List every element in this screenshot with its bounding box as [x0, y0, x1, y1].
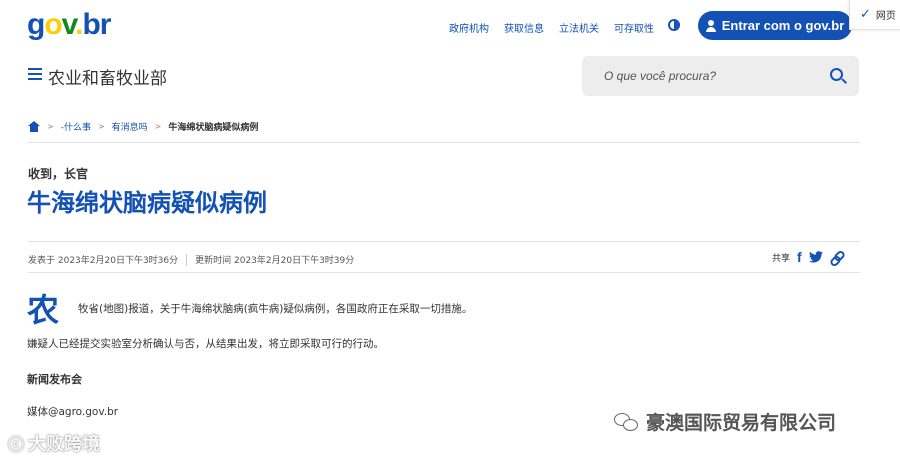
breadcrumb-separator: >	[154, 122, 162, 131]
drop-cap: 农	[27, 291, 60, 329]
article-paragraph: 牧省(地图)报道，关于牛海绵状脑病(疯牛病)疑似病例，各国政府正在采取一切措施。	[78, 303, 473, 315]
published-date: 发表于 2023年2月20日下午3时36分	[28, 256, 179, 266]
meta-separator	[186, 253, 188, 266]
top-nav: 政府机构 获取信息 立法机关 可存取性	[449, 20, 654, 35]
copy-link-icon[interactable]	[830, 251, 843, 264]
logo-o: o	[44, 8, 62, 41]
contrast-toggle-icon[interactable]	[668, 19, 680, 31]
watermark-logo-icon: ⓒ	[8, 435, 25, 454]
breadcrumb: > -什么事 > 有消息吗 > 牛海绵状脑病疑似病例	[28, 120, 258, 133]
user-icon	[705, 19, 716, 32]
logo-g: g	[27, 8, 45, 41]
breadcrumb-separator: >	[47, 122, 54, 131]
search-box[interactable]: O que você procura?	[582, 56, 859, 96]
translate-popup[interactable]: ✓ 网页	[849, 0, 900, 30]
article-meta: 发表于 2023年2月20日下午3时36分 更新时间 2023年2月20日下午3…	[28, 253, 354, 266]
twitter-icon[interactable]	[808, 251, 823, 263]
search-input[interactable]: O que você procura?	[604, 69, 716, 83]
breadcrumb-current: 牛海绵状脑病疑似病例	[168, 123, 259, 133]
watermark-left-text: 大败跨境	[28, 434, 101, 455]
divider	[28, 272, 860, 273]
share-bar: 共享 f	[772, 250, 843, 264]
home-icon[interactable]	[28, 121, 40, 132]
wechat-icon	[614, 412, 638, 432]
govbr-logo[interactable]: gov.br	[27, 8, 111, 42]
divider	[28, 241, 860, 242]
watermark-left: ⓒ 大败跨境	[8, 430, 100, 456]
breadcrumb-separator: >	[97, 122, 105, 131]
facebook-icon[interactable]: f	[797, 250, 802, 264]
nav-link-access-information[interactable]: 获取信息	[504, 20, 544, 35]
article-kicker: 收到，长官	[28, 167, 89, 181]
search-icon[interactable]	[830, 68, 843, 81]
watermark-right: 豪澳国际贸易有限公司	[614, 408, 836, 435]
press-email[interactable]: 媒体@agro.gov.br	[27, 404, 118, 419]
logo-br: br	[82, 8, 111, 41]
logo-v: v	[61, 8, 77, 41]
nav-link-legislation[interactable]: 立法机关	[559, 20, 599, 35]
translate-popup-label: 网页	[875, 11, 896, 22]
watermark-right-text: 豪澳国际贸易有限公司	[646, 412, 837, 434]
divider	[28, 142, 860, 143]
nav-link-accessibility[interactable]: 可存取性	[614, 20, 654, 35]
breadcrumb-item[interactable]: 有消息吗	[112, 120, 148, 133]
breadcrumb-item[interactable]: -什么事	[61, 120, 91, 133]
article-paragraph: 嫌疑人已经提交实验室分析确认与否，从结果出发，将立即采取可行的行动。	[27, 338, 384, 350]
nav-link-government-agencies[interactable]: 政府机构	[449, 20, 489, 35]
check-icon: ✓	[860, 7, 871, 22]
share-label: 共享	[772, 253, 791, 264]
updated-date: 更新时间 2023年2月20日下午3时39分	[195, 256, 355, 266]
department-title[interactable]: 农业和畜牧业部	[48, 64, 167, 89]
press-subhead: 新闻发布会	[27, 373, 82, 386]
login-button[interactable]: Entrar com o gov.br	[698, 11, 852, 40]
article-headline: 牛海绵状脑病疑似病例	[27, 189, 267, 217]
hamburger-menu-icon[interactable]	[28, 68, 42, 80]
login-button-label: Entrar com o gov.br	[721, 18, 845, 33]
